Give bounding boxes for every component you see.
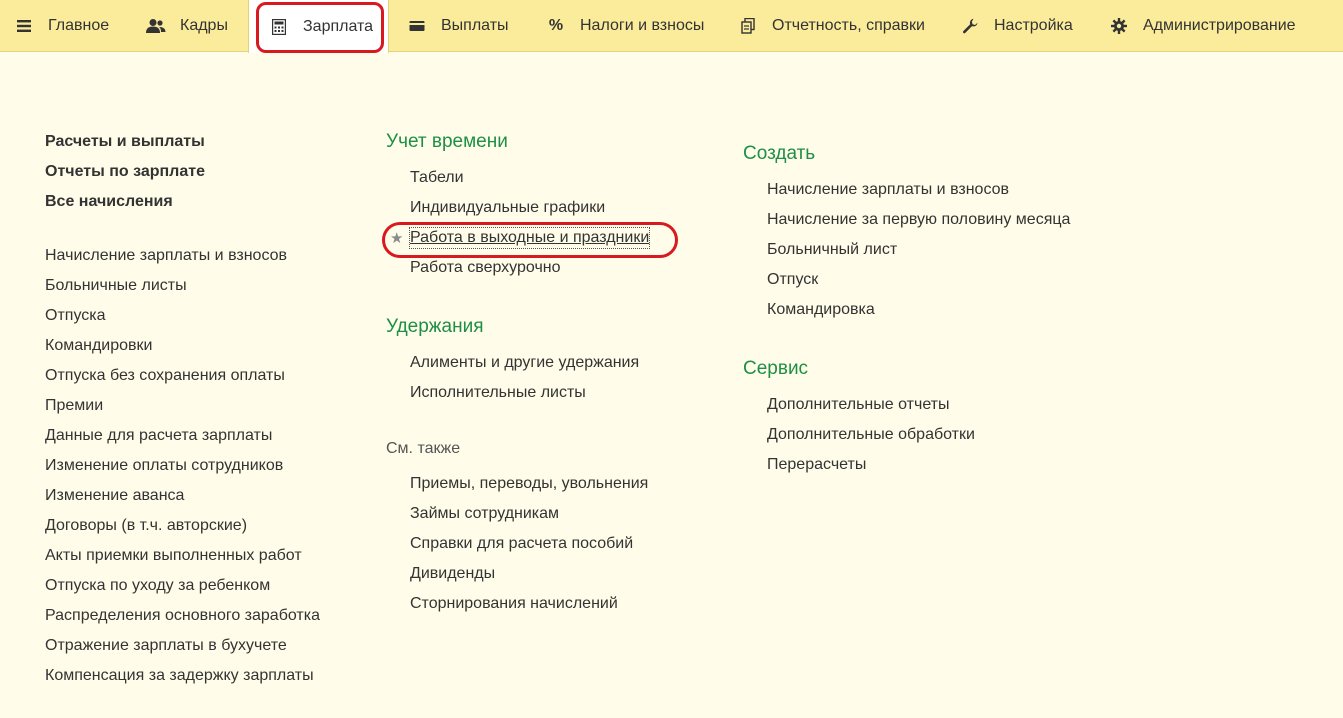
list-item[interactable]: Займы сотрудникам (410, 504, 559, 524)
list-item[interactable]: Алименты и другие удержания (410, 353, 639, 373)
section-title-see-also: См. также (386, 440, 461, 457)
people-icon (146, 16, 166, 36)
hamburger-icon (14, 16, 34, 36)
list-item[interactable]: Дивиденды (410, 564, 495, 584)
list-item[interactable]: Отражение зарплаты в бухучете (45, 636, 287, 656)
tab-reports[interactable]: Отчетность, справки (738, 0, 925, 52)
list-item[interactable]: Дополнительные обработки (767, 425, 975, 445)
tab-label: Администрирование (1143, 17, 1296, 34)
percent-icon: % (548, 17, 564, 34)
tab-main[interactable]: Главное (14, 0, 109, 52)
list-item[interactable]: Договоры (в т.ч. авторские) (45, 516, 247, 536)
calculator-icon (269, 17, 289, 37)
tab-payments[interactable]: Выплаты (407, 0, 509, 52)
wrench-icon (960, 16, 980, 36)
list-item[interactable]: Изменение аванса (45, 486, 184, 506)
tab-label: Зарплата (303, 17, 374, 35)
link-all-accruals[interactable]: Все начисления (45, 192, 173, 212)
tab-salary[interactable]: Зарплата (248, 0, 389, 53)
tab-personnel[interactable]: Кадры (146, 0, 228, 52)
list-item[interactable]: Отпуска по уходу за ребенком (45, 576, 270, 596)
list-item[interactable]: Исполнительные листы (410, 383, 586, 403)
list-item[interactable]: Командировка (767, 300, 875, 320)
list-item[interactable]: Премии (45, 396, 103, 416)
link-calculations-payments[interactable]: Расчеты и выплаты (45, 132, 205, 152)
list-item-weekend-work[interactable]: Работа в выходные и праздники (408, 227, 651, 249)
list-item[interactable]: Компенсация за задержку зарплаты (45, 666, 314, 686)
tab-label: Налоги и взносы (580, 17, 705, 34)
link-salary-reports[interactable]: Отчеты по зарплате (45, 162, 205, 182)
tab-label: Выплаты (441, 17, 509, 34)
list-item[interactable]: Дополнительные отчеты (767, 395, 950, 415)
list-item[interactable]: Перерасчеты (767, 455, 866, 475)
list-item[interactable]: Начисление зарплаты и взносов (767, 180, 1009, 200)
wallet-icon (407, 16, 427, 36)
list-item[interactable]: Сторнирования начислений (410, 594, 618, 614)
list-item[interactable]: Работа сверхурочно (410, 258, 561, 278)
list-item[interactable]: Индивидуальные графики (410, 198, 605, 218)
tab-label: Кадры (180, 17, 228, 34)
list-item[interactable]: Отпуска (45, 306, 106, 326)
section-title-deductions: Удержания (386, 316, 484, 337)
list-item[interactable]: Больничный лист (767, 240, 897, 260)
list-item[interactable]: Отпуска без сохранения оплаты (45, 366, 285, 386)
list-item[interactable]: Данные для расчета зарплаты (45, 426, 272, 446)
list-item[interactable]: Изменение оплаты сотрудников (45, 456, 283, 476)
list-item[interactable]: Акты приемки выполненных работ (45, 546, 302, 566)
star-icon[interactable]: ★ (390, 229, 403, 249)
tab-taxes[interactable]: % Налоги и взносы (546, 0, 704, 52)
documents-icon (738, 16, 758, 36)
tab-label: Отчетность, справки (772, 17, 925, 34)
section-title-time-tracking: Учет времени (386, 131, 508, 152)
tab-label: Главное (48, 17, 110, 34)
section-title-service: Сервис (743, 358, 809, 379)
section-title-create: Создать (743, 143, 816, 164)
tab-label: Настройка (994, 17, 1073, 34)
tab-administration[interactable]: Администрирование (1109, 0, 1296, 52)
tab-settings[interactable]: Настройка (960, 0, 1073, 52)
list-item[interactable]: Больничные листы (45, 276, 187, 296)
top-navigation-bar: Главное Кадры Зарплата Выплаты % Налоги … (0, 0, 1343, 53)
list-item[interactable]: Начисление за первую половину месяца (767, 210, 1070, 230)
list-item[interactable]: Справки для расчета пособий (410, 534, 633, 554)
list-item[interactable]: Табели (410, 168, 464, 188)
list-item[interactable]: Начисление зарплаты и взносов (45, 246, 287, 266)
list-item[interactable]: Отпуск (767, 270, 818, 290)
list-item[interactable]: Приемы, переводы, увольнения (410, 474, 648, 494)
list-item[interactable]: Распределения основного заработка (45, 606, 320, 626)
list-item[interactable]: Командировки (45, 336, 152, 356)
gear-icon (1109, 16, 1129, 36)
